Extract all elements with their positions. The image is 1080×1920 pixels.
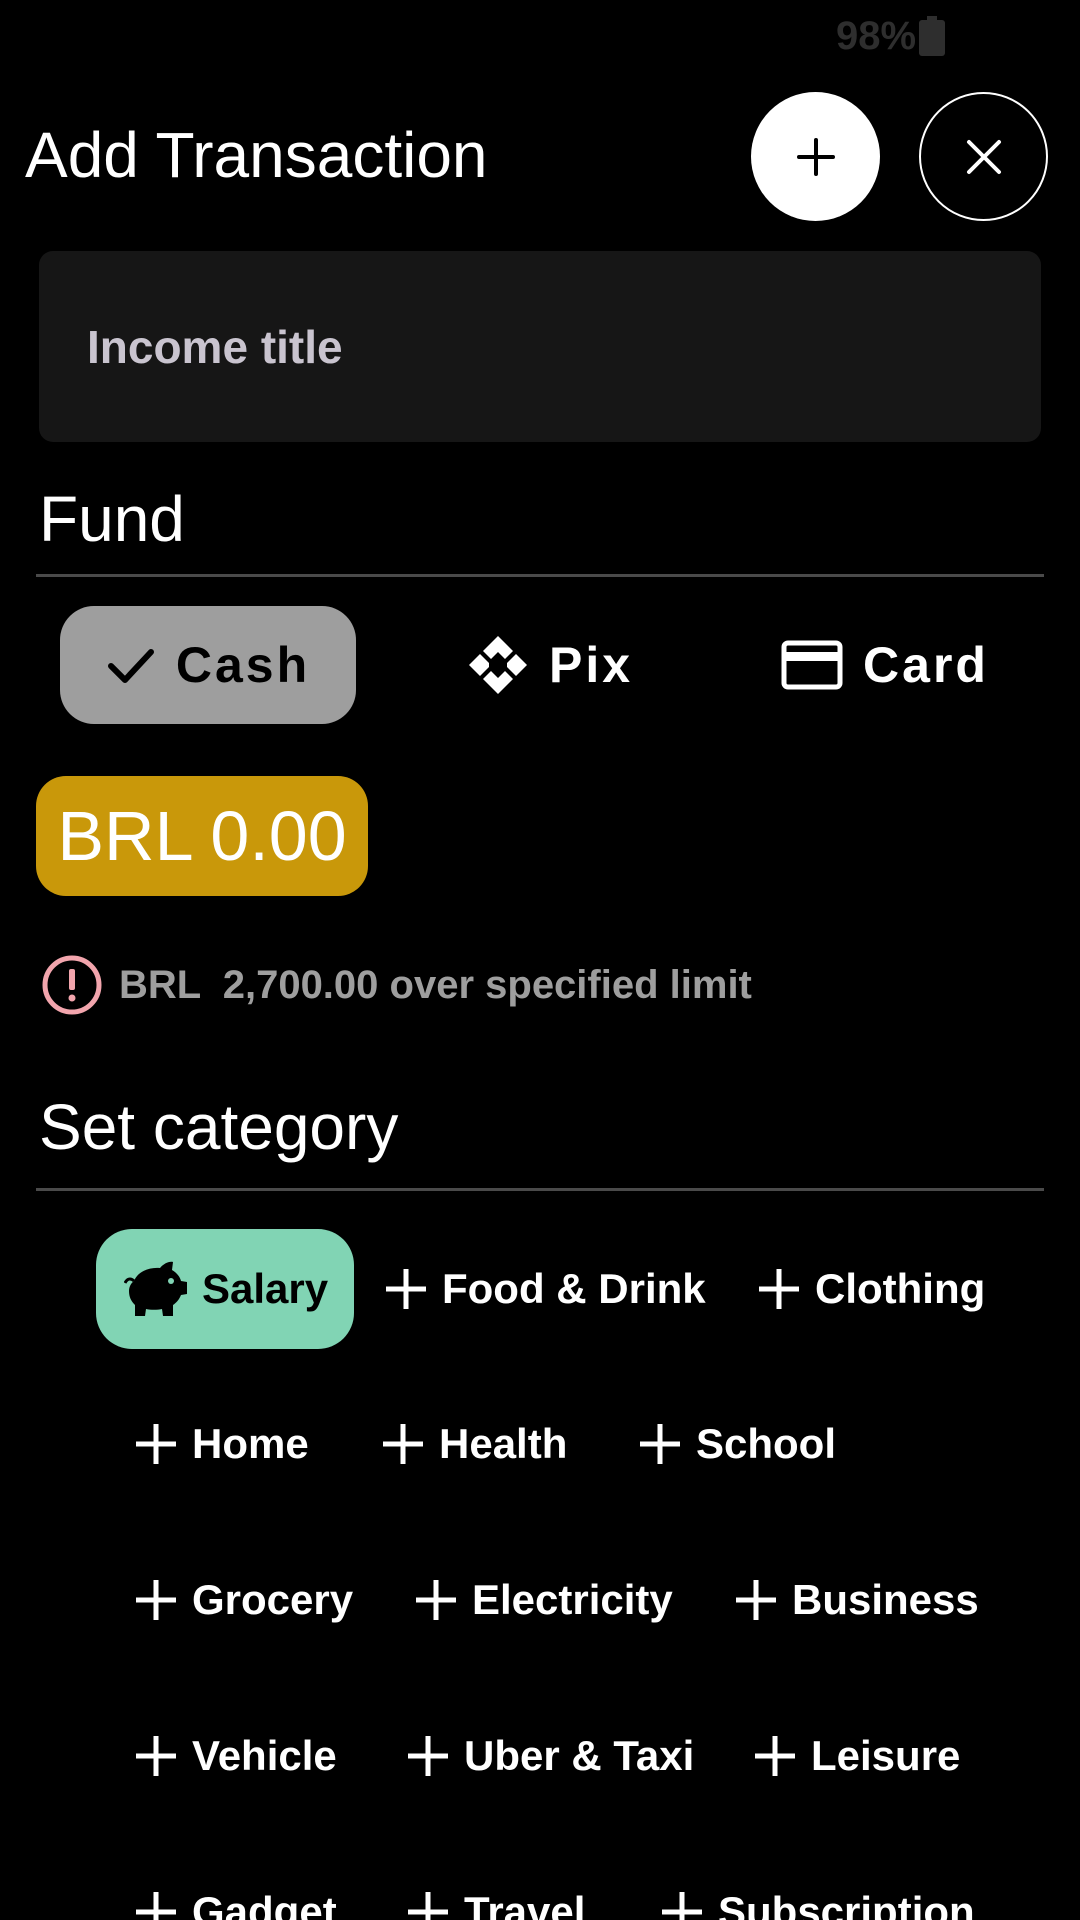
category-chip-electricity[interactable]: Electricity: [414, 1540, 673, 1660]
category-label: School: [696, 1420, 837, 1467]
close-icon: [966, 139, 1001, 174]
category-label: Home: [192, 1420, 309, 1467]
category-chip-travel[interactable]: Travel: [406, 1852, 585, 1920]
plus-icon: [386, 1269, 426, 1309]
category-label: Gadget: [192, 1888, 337, 1920]
check-icon: [107, 649, 154, 683]
category-label: Clothing: [815, 1265, 986, 1312]
category-chip-clothing[interactable]: Clothing: [757, 1229, 985, 1349]
plus-icon: [136, 1424, 176, 1464]
warning-text: BRL 2,700.00 over specified limit: [119, 962, 752, 1007]
battery-percentage: 98%: [836, 14, 917, 58]
category-chip-gadget[interactable]: Gadget: [134, 1852, 337, 1920]
plus-icon: [736, 1580, 776, 1620]
plus-icon: [759, 1269, 799, 1309]
category-label: Food & Drink: [442, 1265, 706, 1312]
plus-icon: [796, 137, 835, 176]
category-chip-salary[interactable]: Salary: [96, 1229, 355, 1349]
fund-option-label: Cash: [175, 637, 311, 693]
credit-card-icon: [781, 640, 843, 690]
battery-icon: [919, 16, 945, 56]
category-chip-subscription[interactable]: Subscription: [660, 1852, 975, 1920]
close-button[interactable]: [919, 92, 1048, 221]
category-label: Business: [792, 1576, 979, 1623]
alert-circle-icon: [42, 955, 102, 1015]
fund-divider: [36, 574, 1044, 577]
status-bar: 98%: [0, 0, 1080, 75]
plus-icon: [640, 1424, 680, 1464]
plus-icon: [383, 1424, 423, 1464]
plus-icon: [136, 1892, 176, 1920]
category-chip-food-drink[interactable]: Food & Drink: [384, 1229, 706, 1349]
category-label: Health: [439, 1420, 568, 1467]
category-section-title: Set category: [39, 1091, 399, 1163]
plus-icon: [416, 1580, 456, 1620]
page-title: Add Transaction: [25, 119, 488, 191]
category-label: Grocery: [192, 1576, 354, 1623]
limit-warning: BRL 2,700.00 over specified limit: [41, 953, 752, 1017]
plus-icon: [662, 1892, 702, 1920]
category-chip-uber-taxi[interactable]: Uber & Taxi: [406, 1696, 694, 1816]
category-chip-business[interactable]: Business: [734, 1540, 979, 1660]
category-divider: [36, 1188, 1044, 1191]
category-label: Vehicle: [192, 1732, 337, 1779]
category-chip-vehicle[interactable]: Vehicle: [134, 1696, 337, 1816]
category-label: Salary: [202, 1265, 329, 1312]
plus-icon: [408, 1892, 448, 1920]
category-chip-home[interactable]: Home: [134, 1384, 309, 1504]
plus-icon: [136, 1736, 176, 1776]
fund-option-card[interactable]: Card: [774, 606, 996, 724]
fund-option-label: Pix: [548, 637, 634, 693]
category-chip-health[interactable]: Health: [381, 1384, 567, 1504]
plus-icon: [136, 1580, 176, 1620]
amount-chip[interactable]: BRL 0.00: [36, 776, 368, 896]
category-label: Uber & Taxi: [464, 1732, 695, 1779]
piggy-bank-icon: [124, 1261, 187, 1316]
add-transaction-screen: 98% Add Transaction Fund Cash: [0, 0, 1080, 1920]
add-button[interactable]: [751, 92, 880, 221]
income-title-input[interactable]: [39, 251, 1041, 442]
fund-option-cash[interactable]: Cash: [60, 606, 356, 724]
category-chip-school[interactable]: School: [638, 1384, 836, 1504]
fund-section-title: Fund: [39, 483, 185, 555]
category-label: Subscription: [718, 1888, 975, 1920]
fund-option-label: Card: [863, 637, 989, 693]
category-label: Leisure: [811, 1732, 961, 1779]
fund-option-pix[interactable]: Pix: [450, 606, 650, 724]
pix-icon: [468, 636, 527, 694]
category-chip-leisure[interactable]: Leisure: [753, 1696, 960, 1816]
plus-icon: [408, 1736, 448, 1776]
plus-icon: [755, 1736, 795, 1776]
category-label: Electricity: [472, 1576, 673, 1623]
category-label: Travel: [464, 1888, 586, 1920]
category-chip-grocery[interactable]: Grocery: [134, 1540, 353, 1660]
